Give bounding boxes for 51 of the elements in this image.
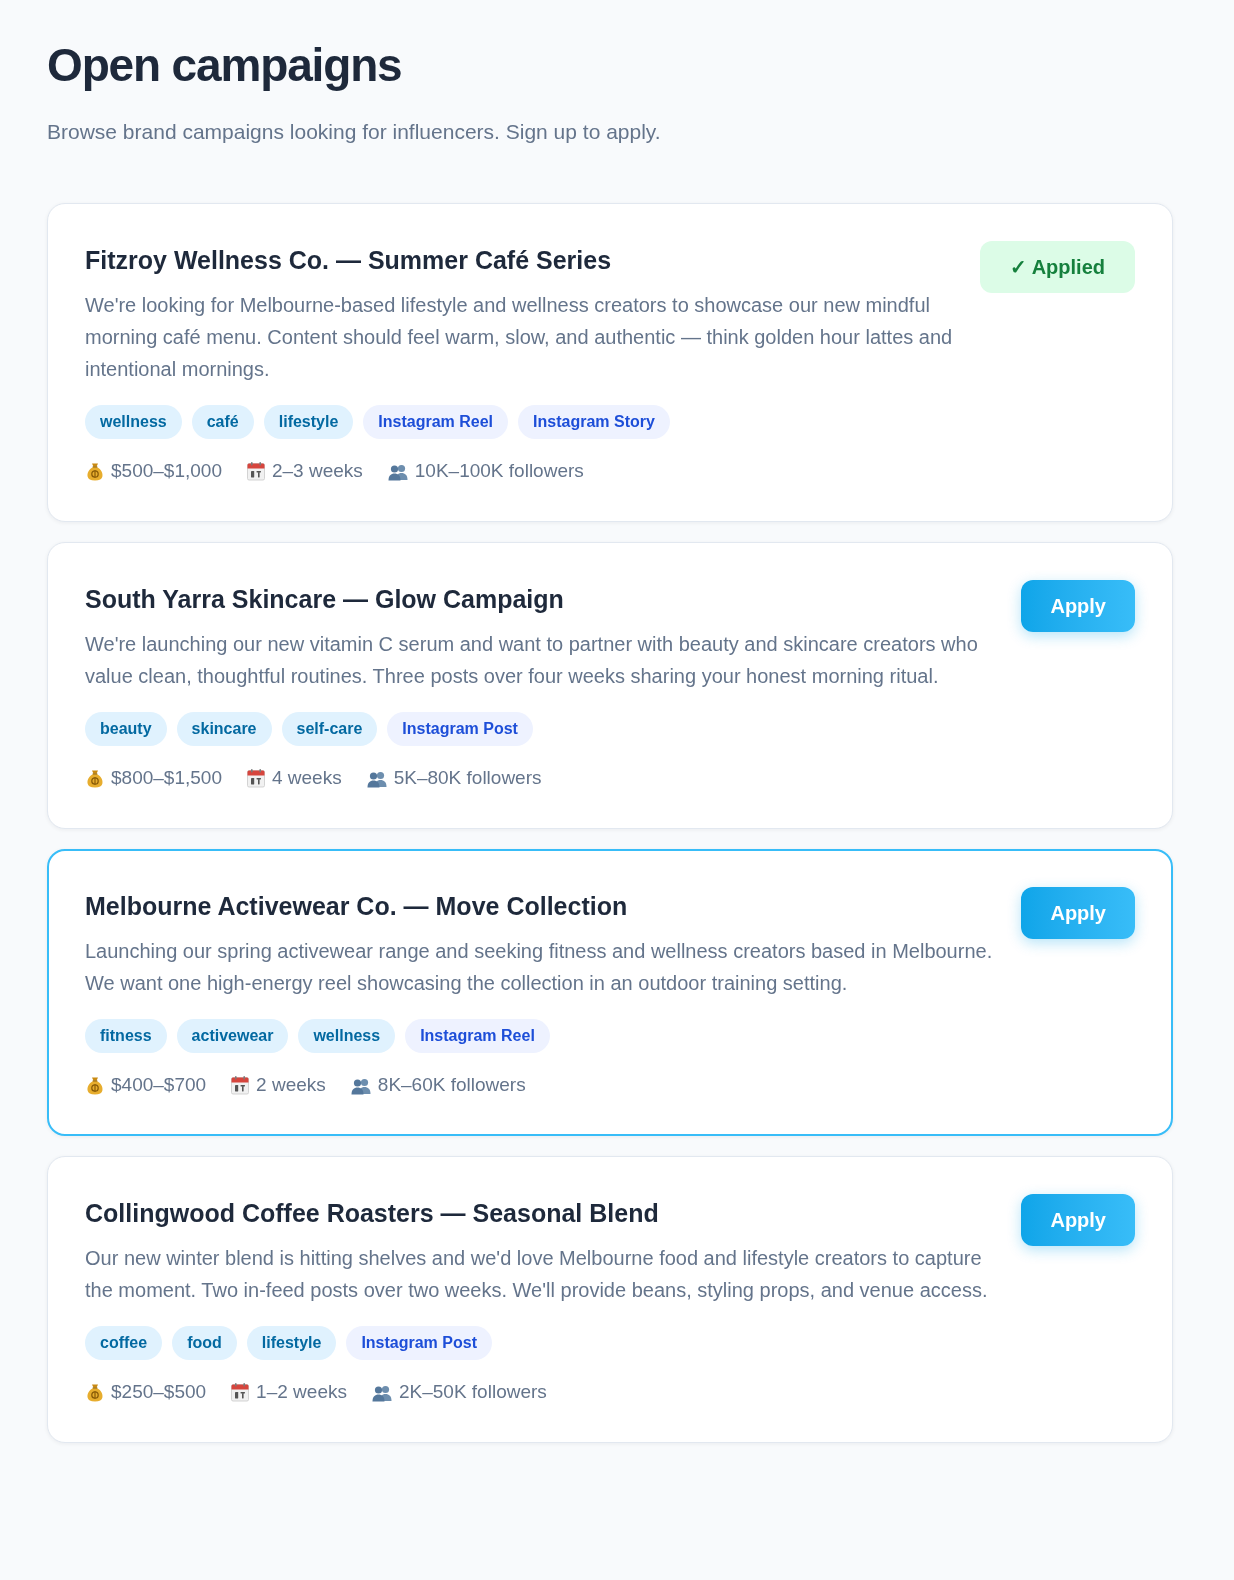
- topic-tag: self-care: [281, 712, 378, 746]
- topic-tag: wellness: [85, 405, 182, 439]
- campaign-description: We're looking for Melbourne-based lifestyle and wellness creators to showcase our new mindful morning café menu. Content should feel warm, slow, and authentic — think golden hour lattes and intentional mornings.: [85, 293, 954, 382]
- topic-tag: skincare: [176, 712, 272, 746]
- campaign-title: Melbourne Activewear Co. — Move Collection: [85, 891, 628, 922]
- calendar-icon: [245, 461, 266, 481]
- applied-badge: ✓ Applied: [979, 241, 1135, 293]
- follower-range-text: 10K–100K followers: [414, 459, 584, 483]
- calendar-icon: [245, 768, 266, 788]
- topic-tag: coffee: [85, 1326, 163, 1360]
- apply-button[interactable]: Apply: [1021, 580, 1135, 632]
- topic-tag: café: [191, 405, 254, 439]
- campaign-description: Our new winter blend is hitting shelves and we'd love Melbourne food and lifestyle creators to capture the moment. Two in-feed posts over two weeks. We'll provide beans, styling props, and venue access.: [85, 1246, 989, 1303]
- topic-tag: lifestyle: [246, 1326, 337, 1360]
- duration-text: 2–3 weeks: [271, 459, 363, 483]
- follower-range-text: 2K–50K followers: [398, 1380, 547, 1404]
- format-tag: Instagram Reel: [363, 405, 509, 439]
- budget-text: $800–$1,500: [111, 766, 222, 790]
- topic-tag: lifestyle: [263, 405, 354, 439]
- topic-tag: activewear: [176, 1019, 289, 1053]
- budget-text: $250–$500: [111, 1380, 207, 1404]
- format-tag: Instagram Story: [518, 405, 670, 439]
- format-tag: Instagram Reel: [405, 1019, 550, 1053]
- campaign-title: Collingwood Coffee Roasters — Seasonal Blend: [85, 1198, 659, 1229]
- page-title: Open campaigns: [47, 38, 402, 93]
- budget-text: $400–$700: [111, 1073, 207, 1097]
- duration-text: 2 weeks: [256, 1073, 326, 1097]
- format-tag: Instagram Post: [346, 1326, 492, 1360]
- budget-text: $500–$1,000: [111, 459, 222, 483]
- money-bag-icon: [85, 1382, 105, 1402]
- topic-tag: wellness: [298, 1019, 396, 1053]
- follower-range-text: 8K–60K followers: [377, 1073, 526, 1097]
- campaign-description: Launching our spring activewear range and seeking fitness and wellness creators based in Melbourne. We want one high-energy reel showcasing the collection in an outdoor training setting.: [85, 939, 994, 996]
- campaign-title: South Yarra Skincare — Glow Campaign: [85, 584, 564, 615]
- calendar-icon: [230, 1075, 251, 1095]
- page-subtitle: Browse brand campaigns looking for influencers. Sign up to apply.: [47, 119, 661, 145]
- campaign-description: We're launching our new vitamin C serum and want to partner with beauty and skincare creators who value clean, thoughtful routines. Three posts over four weeks sharing your honest morning ritual.: [85, 632, 979, 689]
- apply-button[interactable]: Apply: [1021, 887, 1135, 939]
- follower-range-text: 5K–80K followers: [393, 766, 542, 790]
- format-tag: Instagram Post: [387, 712, 533, 746]
- topic-tag: food: [172, 1326, 237, 1360]
- money-bag-icon: [85, 768, 105, 788]
- calendar-icon: [230, 1382, 251, 1402]
- duration-text: 4 weeks: [271, 766, 342, 790]
- apply-button[interactable]: Apply: [1021, 1194, 1135, 1246]
- campaign-title: Fitzroy Wellness Co. — Summer Café Series: [85, 245, 612, 276]
- topic-tag: beauty: [85, 712, 167, 746]
- money-bag-icon: [85, 461, 105, 481]
- money-bag-icon: [85, 1075, 105, 1095]
- topic-tag: fitness: [85, 1019, 167, 1053]
- duration-text: 1–2 weeks: [256, 1380, 347, 1404]
